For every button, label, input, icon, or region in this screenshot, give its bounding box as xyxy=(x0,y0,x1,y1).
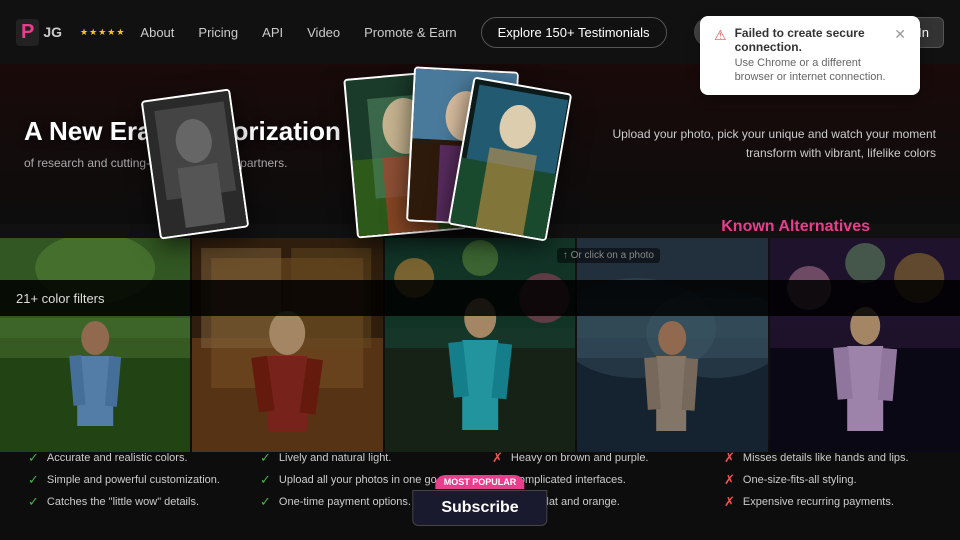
feature-text-1-3: Catches the "little wow" details. xyxy=(47,496,199,508)
gallery-image-3[interactable] xyxy=(385,238,575,452)
check-icon-2-1: ✓ xyxy=(260,450,271,466)
error-content: Failed to create secure connection. Use … xyxy=(735,26,887,85)
hero-title: A New Era of Colorization xyxy=(24,116,576,147)
feature-col-4: ✗ Misses details like hands and lips. ✗ … xyxy=(712,440,944,540)
hero-description: Upload your photo, pick your unique and … xyxy=(596,125,936,163)
star-5: ★ xyxy=(116,27,124,38)
hero-subtitle: of research and cutting-edge and by our … xyxy=(24,154,576,172)
gallery-3-svg xyxy=(385,238,575,452)
nav-pricing[interactable]: Pricing xyxy=(190,21,246,44)
check-icon-2-2: ✓ xyxy=(260,472,271,488)
logo-p: P xyxy=(16,19,39,46)
hero-text: A New Era of Colorization of research an… xyxy=(24,116,576,171)
star-4: ★ xyxy=(107,27,115,38)
x-icon-3-1: ✗ xyxy=(492,450,503,466)
gallery-image-5[interactable] xyxy=(770,238,960,452)
feature-text-4-3: Expensive recurring payments. xyxy=(743,496,894,508)
star-1: ★ xyxy=(80,27,88,38)
feature-text-3-1: Heavy on brown and purple. xyxy=(511,452,649,464)
star-rating: ★ ★ ★ ★ ★ xyxy=(80,27,124,38)
feature-item-2-1: ✓ Lively and natural light. xyxy=(260,450,468,466)
feature-text-1-2: Simple and powerful customization. xyxy=(47,474,220,486)
check-icon-1-2: ✓ xyxy=(28,472,39,488)
check-icon-2-3: ✓ xyxy=(260,494,271,510)
feature-item-4-3: ✗ Expensive recurring payments. xyxy=(724,494,932,510)
click-hint: ↑ Or click on a photo xyxy=(557,248,660,263)
error-toast: ⚠ Failed to create secure connection. Us… xyxy=(700,16,920,95)
hero-right-text: Upload your photo, pick your unique and … xyxy=(596,125,936,163)
check-icon-1-3: ✓ xyxy=(28,494,39,510)
error-icon: ⚠ xyxy=(714,27,727,44)
gallery-image-4[interactable] xyxy=(577,238,767,452)
x-icon-4-1: ✗ xyxy=(724,450,735,466)
star-2: ★ xyxy=(89,27,97,38)
feature-text-4-2: One-size-fits-all styling. xyxy=(743,474,857,486)
gallery-image-1[interactable] xyxy=(0,238,190,452)
known-alternatives-label: Known Alternatives xyxy=(721,218,870,236)
logo-jg: JG xyxy=(43,24,62,40)
gallery-5-svg xyxy=(770,238,960,452)
gallery-image-2[interactable] xyxy=(192,238,382,452)
check-icon-1-1: ✓ xyxy=(28,450,39,466)
filter-bar: 21+ color filters xyxy=(0,280,960,316)
brand-logo[interactable]: P JG xyxy=(16,19,62,46)
most-popular-badge: Most Popular xyxy=(436,475,525,489)
nav-about[interactable]: About xyxy=(132,21,182,44)
x-icon-4-2: ✗ xyxy=(724,472,735,488)
subscribe-button[interactable]: Subscribe xyxy=(412,490,547,526)
nav-api[interactable]: API xyxy=(254,21,291,44)
feature-item-1-1: ✓ Accurate and realistic colors. xyxy=(28,450,236,466)
gallery-1-svg xyxy=(0,238,190,452)
gallery-strip xyxy=(0,238,960,452)
error-description: Use Chrome or a different browser or int… xyxy=(735,56,887,85)
feature-text-2-3: One-time payment options. xyxy=(279,496,411,508)
filter-text: 21+ color filters xyxy=(16,291,105,306)
feature-text-4-1: Misses details like hands and lips. xyxy=(743,452,909,464)
gallery-4-svg xyxy=(577,238,767,452)
feature-text-1-1: Accurate and realistic colors. xyxy=(47,452,188,464)
feature-col-1: ✓ Accurate and realistic colors. ✓ Simpl… xyxy=(16,440,248,540)
feature-item-4-1: ✗ Misses details like hands and lips. xyxy=(724,450,932,466)
close-icon[interactable]: ✕ xyxy=(894,26,906,43)
feature-item-4-2: ✗ One-size-fits-all styling. xyxy=(724,472,932,488)
gallery-2-svg xyxy=(192,238,382,452)
subscribe-area: Most Popular Subscribe xyxy=(412,472,547,526)
feature-item-3-1: ✗ Heavy on brown and purple. xyxy=(492,450,700,466)
star-3: ★ xyxy=(98,27,106,38)
feature-item-1-3: ✓ Catches the "little wow" details. xyxy=(28,494,236,510)
explore-testimonials-button[interactable]: Explore 150+ Testimonials xyxy=(481,17,667,48)
feature-item-1-2: ✓ Simple and powerful customization. xyxy=(28,472,236,488)
x-icon-4-3: ✗ xyxy=(724,494,735,510)
error-title: Failed to create secure connection. xyxy=(735,26,887,54)
feature-text-2-1: Lively and natural light. xyxy=(279,452,392,464)
nav-promote[interactable]: Promote & Earn xyxy=(356,21,465,44)
nav-video[interactable]: Video xyxy=(299,21,348,44)
